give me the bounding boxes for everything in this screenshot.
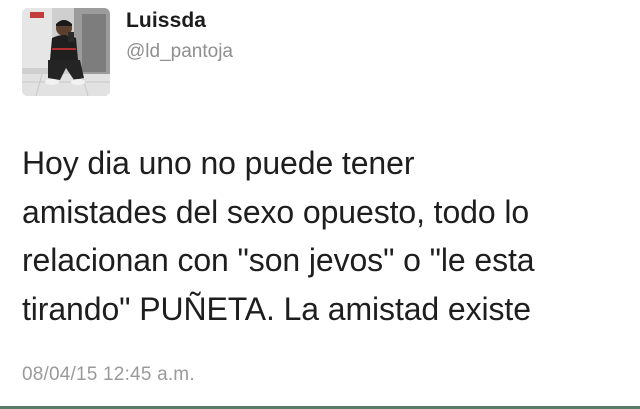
avatar[interactable] (22, 8, 110, 96)
tweet-timestamp[interactable]: 08/04/15 12:45 a.m. (22, 364, 195, 386)
user-handle[interactable]: @ld_pantoja (126, 41, 233, 63)
tweet-text: Hoy dia uno no puede tener amistades del… (22, 145, 535, 327)
tweet-card: Luissda @ld_pantoja Hoy dia uno no puede… (0, 0, 640, 409)
profile-photo-icon (22, 8, 110, 96)
display-name[interactable]: Luissda (126, 9, 206, 33)
